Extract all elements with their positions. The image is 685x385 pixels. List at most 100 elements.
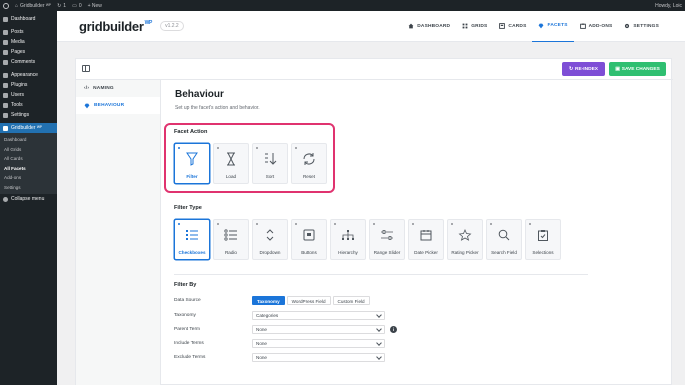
data-source-segmented: Taxonomy WordPress Field Custom Field (252, 296, 370, 305)
nav-add-ons[interactable]: ADD-ONS (574, 11, 619, 42)
taxonomy-label: Taxonomy (174, 313, 196, 318)
refresh-icon: ↻ (57, 2, 62, 9)
type-date-picker[interactable]: Date Picker (408, 219, 444, 260)
submenu-settings[interactable]: Settings (0, 183, 57, 193)
grid-icon (462, 23, 468, 29)
menu-pages[interactable]: Pages (0, 47, 57, 57)
submenu-all-grids[interactable]: All Grids (0, 145, 57, 155)
menu-settings[interactable]: Settings (0, 110, 57, 120)
refresh-icon: ↻ (569, 66, 574, 72)
submenu-add-ons[interactable]: Add-ons (0, 173, 57, 183)
facet-diamond-icon (84, 103, 90, 108)
plugin-header: gridbuilderWP v1.2.2 DASHBOARD GRIDS CAR… (57, 11, 685, 42)
parent-term-select[interactable]: None (252, 325, 385, 334)
submenu-all-cards[interactable]: All Cards (0, 154, 57, 164)
new-content-link[interactable]: + New (88, 3, 102, 9)
menu-dashboard[interactable]: Dashboard (0, 14, 57, 24)
menu-comments[interactable]: Comments (0, 57, 57, 67)
info-icon[interactable]: i (390, 326, 397, 333)
taxonomy-select[interactable]: Categories (252, 311, 385, 320)
data-source-taxonomy[interactable]: Taxonomy (252, 296, 285, 305)
nav-settings[interactable]: SETTINGS (618, 11, 665, 42)
action-reset[interactable]: Reset (291, 143, 327, 184)
nav-grids[interactable]: GRIDS (456, 11, 493, 42)
tab-behaviour[interactable]: BEHAVIOUR (76, 97, 160, 114)
chevron-updown-icon (266, 229, 274, 241)
user-icon (3, 92, 8, 98)
type-radio[interactable]: Radio (213, 219, 249, 260)
plugin-icon (3, 82, 8, 88)
submenu-dashboard[interactable]: Dashboard (0, 135, 57, 145)
dashboard-icon (3, 16, 8, 22)
save-changes-button[interactable]: ▣ SAVE CHANGES (609, 62, 666, 76)
comment-icon (3, 59, 8, 65)
type-hierarchy[interactable]: Hierarchy (330, 219, 366, 260)
exclude-terms-select[interactable]: None (252, 353, 385, 362)
data-source-label: Data Source (174, 298, 201, 303)
menu-posts[interactable]: Posts (0, 27, 57, 37)
reset-arrows-icon (303, 153, 315, 165)
gridbuilder-submenu: Dashboard All Grids All Cards All Facets… (0, 133, 57, 194)
type-buttons[interactable]: Buttons (291, 219, 327, 260)
calendar-icon (420, 230, 432, 241)
filter-by-title: Filter By (174, 282, 197, 288)
wp-admin-bar: ⌂ Gridbuilder ᵂᴾ ↻ 1 ▭ 0 + New Howdy, Lo… (0, 0, 685, 11)
settings-icon (3, 112, 8, 118)
page-title: Behaviour (175, 89, 224, 100)
comments-link[interactable]: ▭ 0 (72, 3, 82, 9)
chevron-down-icon (376, 340, 382, 346)
code-icon: ‹/› (84, 86, 90, 91)
type-selections[interactable]: Selections (525, 219, 561, 260)
menu-users[interactable]: Users (0, 90, 57, 100)
type-range-slider[interactable]: Range Slider (369, 219, 405, 260)
type-search-field[interactable]: Search Field (486, 219, 522, 260)
howdy-account[interactable]: Howdy, Loic (655, 3, 682, 9)
card-toolbar: ↻ RE-INDEX ▣ SAVE CHANGES (76, 59, 673, 80)
wp-logo-icon[interactable] (3, 2, 9, 9)
nav-facets[interactable]: FACETS (532, 11, 574, 42)
comment-icon: ▭ (72, 2, 77, 9)
search-icon (498, 229, 510, 241)
chevron-down-icon (376, 354, 382, 360)
data-source-custom-field[interactable]: Custom Field (332, 296, 370, 305)
nav-dashboard[interactable]: DASHBOARD (402, 11, 456, 42)
card-icon (499, 23, 506, 29)
reindex-button[interactable]: ↻ RE-INDEX (562, 62, 605, 76)
menu-appearance[interactable]: Appearance (0, 70, 57, 80)
collapse-menu-button[interactable]: Collapse menu (0, 194, 57, 204)
include-terms-label: Include Terms (174, 341, 204, 346)
menu-tools[interactable]: Tools (0, 100, 57, 110)
type-dropdown[interactable]: Dropdown (252, 219, 288, 260)
type-rating-picker[interactable]: Rating Picker (447, 219, 483, 260)
action-load[interactable]: Load (213, 143, 249, 184)
page-icon (3, 49, 8, 55)
updates-link[interactable]: ↻ 1 (57, 3, 66, 9)
settings-side-tabs: ‹/› NAMING BEHAVIOUR (76, 80, 161, 385)
submenu-all-facets[interactable]: All Facets (0, 164, 57, 174)
hourglass-icon (227, 152, 235, 166)
gridbuilder-icon (3, 125, 8, 131)
sliders-icon (381, 230, 393, 240)
collapse-icon (3, 196, 8, 202)
panel-toggle-icon[interactable] (82, 65, 90, 72)
exclude-terms-label: Exclude Terms (174, 355, 206, 360)
radio-list-icon (224, 229, 237, 241)
action-filter[interactable]: Filter (174, 143, 210, 184)
menu-media[interactable]: Media (0, 37, 57, 47)
button-icon (303, 229, 315, 241)
tab-naming[interactable]: ‹/› NAMING (76, 80, 160, 97)
type-checkboxes[interactable]: Checkboxes (174, 219, 210, 260)
menu-plugins[interactable]: Plugins (0, 80, 57, 90)
addon-icon (579, 23, 586, 29)
action-sort[interactable]: Sort (252, 143, 288, 184)
parent-term-label: Parent Term (174, 327, 201, 332)
gridbuilder-logo: gridbuilderWP (79, 18, 153, 34)
data-source-wordpress-field[interactable]: WordPress Field (286, 296, 331, 305)
filter-type-title: Filter Type (174, 205, 202, 211)
include-terms-select[interactable]: None (252, 339, 385, 348)
media-icon (3, 39, 8, 45)
menu-gridbuilder[interactable]: Gridbuilder ᵂᴾ (0, 123, 57, 133)
site-name-link[interactable]: ⌂ Gridbuilder ᵂᴾ (15, 3, 51, 9)
sort-icon (265, 153, 277, 165)
nav-cards[interactable]: CARDS (493, 11, 532, 42)
